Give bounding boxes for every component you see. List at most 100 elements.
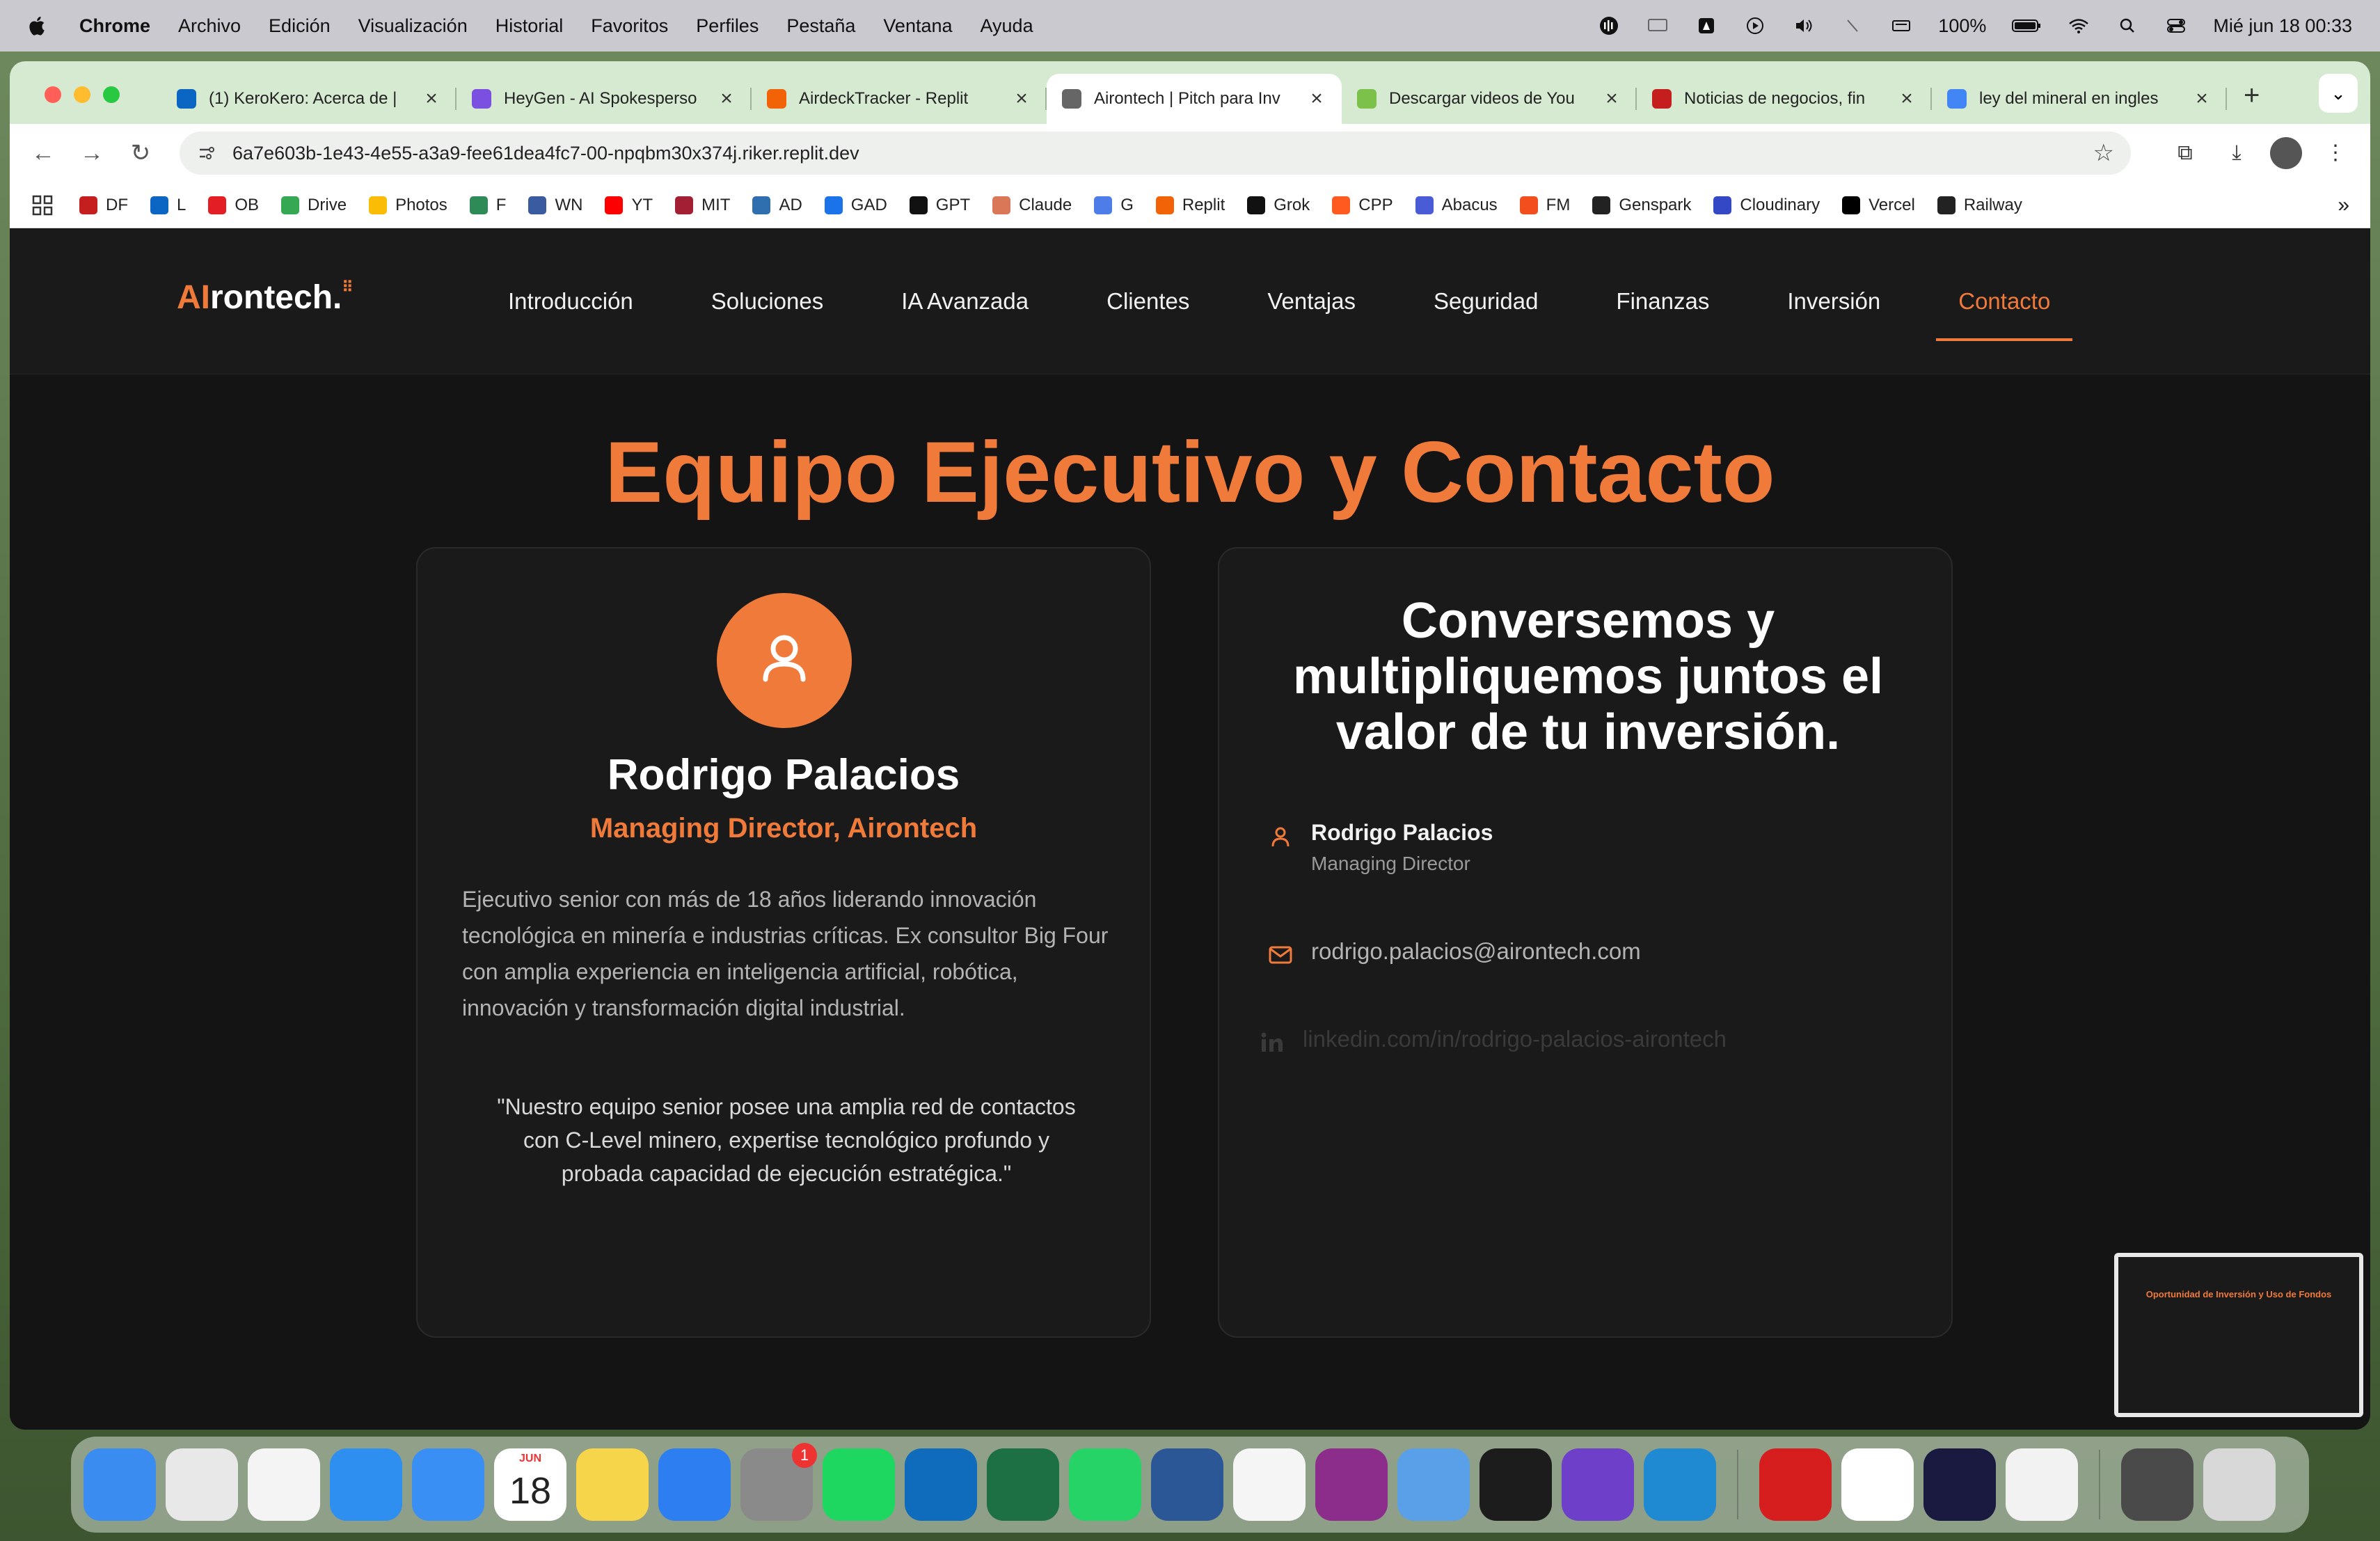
menu-historial[interactable]: Historial — [495, 15, 564, 37]
bookmark-item[interactable]: G — [1094, 196, 1134, 215]
keynote-menu-icon[interactable] — [1695, 16, 1718, 35]
bluetooth-off-icon[interactable] — [1841, 16, 1864, 35]
downloads-icon[interactable]: ⤓ — [2219, 135, 2255, 171]
bookmark-item[interactable]: Drive — [281, 196, 347, 215]
spotlight-search-icon[interactable] — [2116, 16, 2139, 35]
address-bar[interactable]: 6a7e603b-1e43-4e55-a3a9-fee61dea4fc7-00-… — [180, 132, 2131, 175]
keyboard-icon[interactable] — [1889, 16, 1913, 35]
play-icon[interactable] — [1743, 16, 1767, 35]
dock-outlook-icon[interactable] — [905, 1448, 977, 1521]
menu-pestana[interactable]: Pestaña — [786, 15, 855, 37]
voice-control-icon[interactable] — [1597, 16, 1621, 35]
back-arrow-icon[interactable]: ← — [26, 136, 60, 170]
tab-close-icon[interactable]: × — [2192, 87, 2212, 111]
menu-perfiles[interactable]: Perfiles — [696, 15, 759, 37]
dock-excel-icon[interactable] — [987, 1448, 1059, 1521]
screenshot-thumbnail-preview[interactable]: Oportunidad de Inversión y Uso de Fondos — [2114, 1253, 2363, 1417]
bookmark-item[interactable]: Replit — [1155, 196, 1225, 215]
nav-link-clientes[interactable]: Clientes — [1106, 288, 1189, 315]
menu-archivo[interactable]: Archivo — [178, 15, 241, 37]
apps-grid-icon[interactable] — [31, 193, 54, 217]
dock-chrome-icon[interactable] — [248, 1448, 320, 1521]
battery-percent[interactable]: 100% — [1938, 15, 1986, 37]
reload-icon[interactable]: ↻ — [124, 136, 157, 170]
bookmarks-overflow-icon[interactable]: » — [2338, 193, 2349, 217]
bookmark-item[interactable]: Abacus — [1415, 196, 1498, 215]
zoom-window-button[interactable] — [103, 86, 120, 103]
dock-whatsapp-icon[interactable] — [1069, 1448, 1141, 1521]
dock-word-icon[interactable] — [1151, 1448, 1223, 1521]
browser-tab[interactable]: ley del mineral en ingles × — [1932, 74, 2227, 124]
dock-acrobat-icon[interactable] — [1759, 1448, 1832, 1521]
bookmark-item[interactable]: OB — [208, 196, 259, 215]
dock-fantastical-icon[interactable] — [1233, 1448, 1306, 1521]
minimize-window-button[interactable] — [74, 86, 90, 103]
menu-app-chrome[interactable]: Chrome — [79, 15, 150, 37]
nav-link-soluciones[interactable]: Soluciones — [711, 288, 823, 315]
profile-avatar[interactable] — [2270, 137, 2302, 169]
browser-tab[interactable]: Noticias de negocios, fin × — [1637, 74, 1932, 124]
dock-launchpad-icon[interactable] — [166, 1448, 238, 1521]
dock-downloads-folder-icon[interactable] — [2121, 1448, 2193, 1521]
volume-icon[interactable] — [1792, 16, 1816, 35]
menu-edicion[interactable]: Edición — [269, 15, 331, 37]
control-center-icon[interactable] — [2164, 16, 2188, 35]
browser-tab[interactable]: HeyGen - AI Spokesperso × — [457, 74, 752, 124]
forward-arrow-icon[interactable]: → — [75, 136, 109, 170]
bookmark-item[interactable]: GAD — [824, 196, 887, 215]
bookmark-item[interactable]: MIT — [675, 196, 730, 215]
dock-notes-icon[interactable] — [576, 1448, 649, 1521]
dock-calendar-icon[interactable]: JUN 18 — [494, 1448, 566, 1521]
dock-notion-icon[interactable] — [1841, 1448, 1914, 1521]
apple-menu-icon[interactable] — [28, 14, 49, 38]
dock-vscode-icon[interactable] — [1644, 1448, 1716, 1521]
nav-link-contacto[interactable]: Contacto — [1936, 288, 2073, 341]
bookmark-item[interactable]: Genspark — [1592, 196, 1691, 215]
dock-replit-icon[interactable] — [1479, 1448, 1552, 1521]
bookmark-item[interactable]: Vercel — [1842, 196, 1915, 215]
bookmark-item[interactable]: Railway — [1937, 196, 2022, 215]
dock-system-settings-icon[interactable]: 1 — [740, 1443, 817, 1521]
tab-close-icon[interactable]: × — [1897, 87, 1917, 111]
bookmark-item[interactable]: Cloudinary — [1713, 196, 1820, 215]
menu-favoritos[interactable]: Favoritos — [591, 15, 668, 37]
nav-link-seguridad[interactable]: Seguridad — [1434, 288, 1538, 315]
dock-obs-icon[interactable] — [1315, 1448, 1388, 1521]
contact-email-link[interactable]: rodrigo.palacios@airontech.com — [1311, 938, 1641, 965]
contact-linkedin-row[interactable]: linkedin.com/in/rodrigo-palacios-aironte… — [1260, 1026, 1727, 1055]
bookmark-item[interactable]: L — [150, 196, 186, 215]
menu-ventana[interactable]: Ventana — [883, 15, 952, 37]
bookmark-item[interactable]: DF — [79, 196, 128, 215]
tab-close-icon[interactable]: × — [717, 87, 736, 111]
dock-safari-icon[interactable] — [330, 1448, 402, 1521]
browser-tab[interactable]: AirdeckTracker - Replit × — [752, 74, 1047, 124]
bookmark-item[interactable]: WN — [528, 196, 582, 215]
url-text[interactable]: 6a7e603b-1e43-4e55-a3a9-fee61dea4fc7-00-… — [232, 143, 2093, 164]
bookmark-item[interactable]: GPT — [909, 196, 970, 215]
bookmark-item[interactable]: FM — [1519, 196, 1570, 215]
close-window-button[interactable] — [45, 86, 61, 103]
bookmark-item[interactable]: F — [469, 196, 506, 215]
tab-close-icon[interactable]: × — [422, 87, 441, 111]
bookmark-star-icon[interactable]: ☆ — [2093, 139, 2114, 167]
browser-tab[interactable]: (1) KeroKero: Acerca de | × — [161, 74, 457, 124]
contact-linkedin-link[interactable]: linkedin.com/in/rodrigo-palacios-aironte… — [1303, 1026, 1727, 1052]
bookmark-item[interactable]: YT — [605, 196, 653, 215]
nav-link-ventajas[interactable]: Ventajas — [1267, 288, 1356, 315]
bookmark-item[interactable]: CPP — [1332, 196, 1393, 215]
tab-search-chevron-icon[interactable]: ⌄ — [2319, 74, 2358, 113]
nav-link-ia-avanzada[interactable]: IA Avanzada — [901, 288, 1029, 315]
airontech-logo[interactable]: AIrontech.⠿ — [177, 278, 353, 317]
browser-tab[interactable]: Airontech | Pitch para Inv × — [1047, 74, 1342, 124]
tab-close-icon[interactable]: × — [1307, 87, 1326, 111]
dock-spotify-icon[interactable] — [823, 1448, 895, 1521]
dock-finder-icon[interactable] — [84, 1448, 156, 1521]
nav-link-inversion[interactable]: Inversión — [1787, 288, 1880, 315]
bookmark-item[interactable]: Photos — [369, 196, 447, 215]
browser-tab[interactable]: Descargar videos de You × — [1342, 74, 1637, 124]
bookmark-item[interactable]: Grok — [1247, 196, 1310, 215]
dock-keynote-icon[interactable] — [658, 1448, 731, 1521]
extensions-puzzle-icon[interactable]: ⧉ — [2167, 135, 2203, 171]
dock-mail-icon[interactable] — [412, 1448, 484, 1521]
new-tab-button[interactable]: + — [2244, 80, 2260, 111]
